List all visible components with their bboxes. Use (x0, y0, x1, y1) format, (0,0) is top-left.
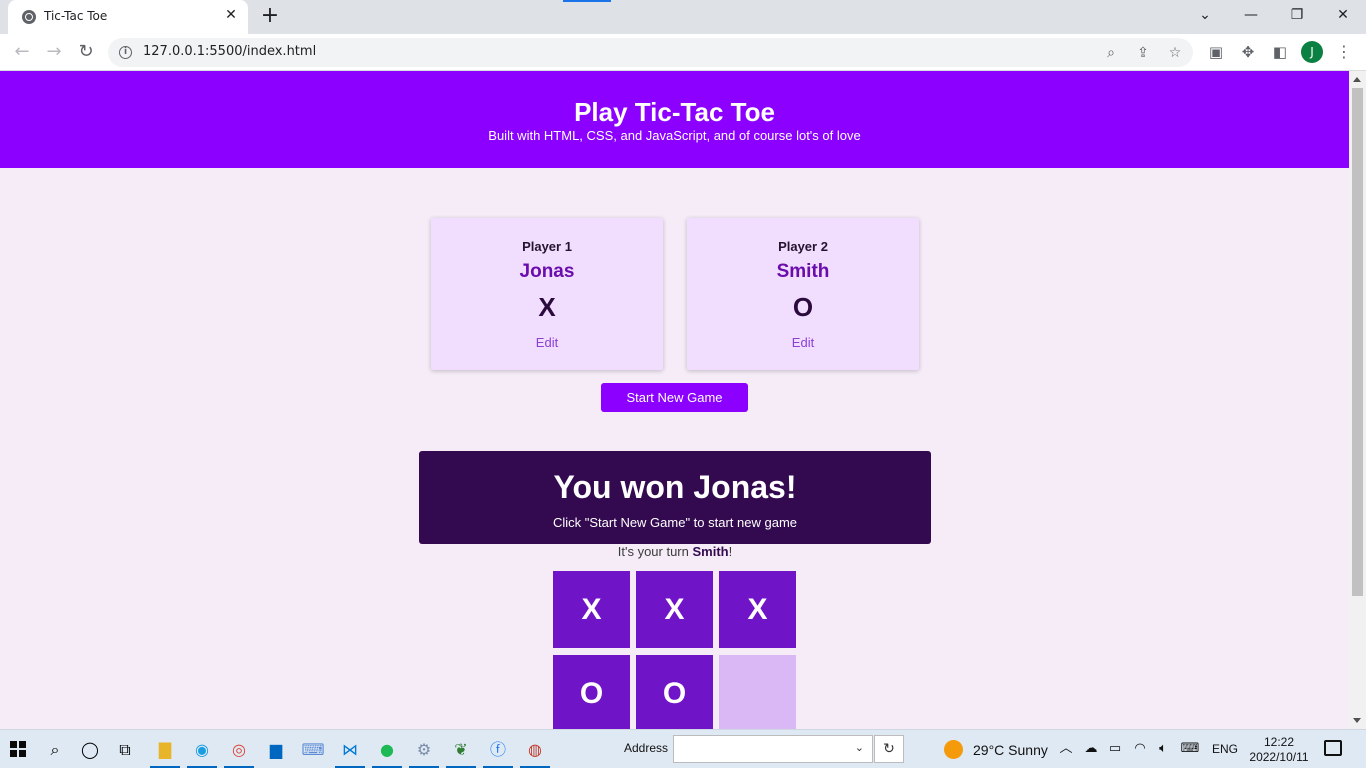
player-1-card: Player 1 Jonas X Edit (431, 218, 663, 370)
chrome-browser-icon[interactable]: ◎ (224, 737, 254, 768)
close-window-icon[interactable]: ✕ (1328, 4, 1358, 26)
media-player-icon[interactable]: ◍ (520, 737, 550, 768)
page-viewport: Play Tic-Tac Toe Built with HTML, CSS, a… (0, 71, 1349, 729)
board-cell[interactable]: O (636, 655, 713, 729)
windows-taskbar: ⌕ ◯ ⧉ ▇ ◉ ◎ ▆ ⌨ ⋈ ● ⚙ ❦ ⓕ ◍ Address ⌄ ↻ … (0, 729, 1366, 768)
vscode-icon[interactable]: ⋈ (335, 737, 365, 768)
chevron-down-icon[interactable]: ⌄ (855, 741, 864, 754)
onedrive-cloud-icon[interactable]: ☁ (1081, 739, 1101, 759)
browser-tab[interactable]: Tic-Tac Toe ✕ (8, 0, 248, 34)
menu-dots-icon[interactable]: ⋮ (1336, 41, 1352, 63)
wifi-icon[interactable]: ◠ (1130, 739, 1150, 759)
bookmark-star-icon[interactable]: ☆ (1164, 42, 1186, 64)
clock-time: 12:22 (1263, 735, 1295, 749)
side-panel-icon[interactable]: ◧ (1269, 41, 1291, 63)
start-new-game-button[interactable]: Start New Game (601, 383, 748, 412)
board-cell[interactable]: X (553, 571, 630, 648)
player-label: Player 1 (522, 239, 572, 254)
task-view-icon[interactable]: ⧉ (112, 737, 138, 763)
player-name: Smith (776, 261, 830, 282)
page-scrollbar[interactable] (1349, 71, 1366, 729)
edit-player-1-button[interactable]: Edit (431, 335, 663, 350)
tab-loading-indicator (563, 0, 611, 2)
turn-prefix: It's your turn (617, 544, 693, 559)
file-explorer-icon[interactable]: ▇ (150, 737, 180, 768)
spotify-icon[interactable]: ● (372, 737, 402, 768)
url-text[interactable]: 127.0.0.1:5500/index.html (143, 44, 316, 59)
scroll-down-arrow-icon[interactable] (1353, 718, 1361, 723)
touch-keyboard-icon[interactable]: ⌨ (1180, 739, 1200, 759)
forward-arrow-icon[interactable]: → (42, 40, 66, 64)
puzzle-extensions-icon[interactable]: ✥ (1237, 41, 1259, 63)
restore-icon[interactable]: ❐ (1282, 4, 1312, 26)
player-symbol: O (792, 292, 814, 322)
winner-message: You won Jonas! (553, 469, 797, 505)
settings-gear-icon[interactable]: ⚙ (409, 737, 439, 768)
close-tab-icon[interactable]: ✕ (222, 7, 240, 23)
windows-start-icon[interactable] (10, 741, 26, 757)
weather-text[interactable]: 29°C Sunny (973, 742, 1048, 758)
restart-hint: Click "Start New Game" to start new game (552, 515, 798, 530)
back-arrow-icon[interactable]: ← (10, 40, 34, 64)
zoom-icon[interactable]: ⌕ (1100, 42, 1122, 64)
edge-browser-icon[interactable]: ◉ (187, 737, 217, 768)
edit-player-2-button[interactable]: Edit (687, 335, 919, 350)
share-icon[interactable]: ⇪ (1132, 42, 1154, 64)
scroll-up-arrow-icon[interactable] (1353, 77, 1361, 82)
player-label: Player 2 (778, 239, 828, 254)
site-header: Play Tic-Tac Toe Built with HTML, CSS, a… (0, 71, 1349, 168)
search-icon[interactable]: ⌕ (42, 737, 68, 763)
clock-date: 2022/10/11 (1249, 750, 1309, 764)
player-2-card: Player 2 Smith O Edit (687, 218, 919, 370)
board-cell[interactable]: X (719, 571, 796, 648)
remote-desktop-icon[interactable]: ▆ (263, 737, 289, 763)
cortana-icon[interactable]: ◯ (77, 737, 103, 763)
minimize-icon[interactable]: — (1236, 4, 1266, 26)
sun-weather-icon[interactable] (944, 740, 963, 759)
mongodb-icon[interactable]: ❦ (446, 737, 476, 768)
browser-toolbar: ← → ↻ i 127.0.0.1:5500/index.html ⌕ ⇪ ☆ (0, 34, 1366, 71)
volume-icon[interactable]: 🔈︎ (1153, 739, 1173, 759)
keyboard-app-icon[interactable]: ⌨ (300, 737, 326, 763)
tray-expand-chevron-icon[interactable]: ︿ (1056, 739, 1076, 759)
language-indicator[interactable]: ENG (1212, 742, 1238, 756)
system-clock[interactable]: 12:22 2022/10/11 (1240, 735, 1318, 765)
notification-center-icon[interactable] (1324, 740, 1342, 756)
facebook-icon[interactable]: ⓕ (483, 737, 513, 768)
player-name: Jonas (519, 261, 575, 282)
board-cell[interactable]: X (636, 571, 713, 648)
extension-icon[interactable]: ▣ (1205, 41, 1227, 63)
reload-icon[interactable]: ↻ (74, 40, 98, 64)
new-tab-button[interactable]: + (258, 4, 282, 28)
game-board: X X X O O (553, 571, 796, 729)
page-title: Play Tic-Tac Toe (574, 97, 775, 127)
board-cell[interactable] (719, 655, 796, 729)
player-symbol: X (538, 292, 556, 322)
address-bar[interactable]: i 127.0.0.1:5500/index.html ⌕ ⇪ ☆ (108, 38, 1193, 67)
address-go-refresh-icon[interactable]: ↻ (874, 735, 904, 763)
battery-icon[interactable]: ▭ (1105, 739, 1125, 759)
taskbar-address-input[interactable]: ⌄ (673, 735, 873, 763)
turn-indicator: It's your turn Smith! (419, 544, 931, 559)
globe-icon (22, 10, 36, 24)
tab-search-icon[interactable]: ⌄ (1190, 4, 1220, 26)
address-toolbar-label: Address (624, 741, 669, 755)
tab-title: Tic-Tac Toe (44, 9, 108, 23)
game-over-banner: You won Jonas! Click "Start New Game" to… (419, 451, 931, 544)
active-player-name: Smith (692, 544, 729, 559)
page-subtitle: Built with HTML, CSS, and JavaScript, an… (488, 128, 861, 143)
site-info-icon[interactable]: i (119, 46, 132, 59)
profile-avatar[interactable]: J (1301, 41, 1323, 63)
board-cell[interactable]: O (553, 655, 630, 729)
tab-strip: Tic-Tac Toe ✕ + ⌄ — ❐ ✕ (0, 0, 1366, 34)
scrollbar-thumb[interactable] (1352, 88, 1363, 596)
turn-suffix: ! (728, 544, 733, 559)
